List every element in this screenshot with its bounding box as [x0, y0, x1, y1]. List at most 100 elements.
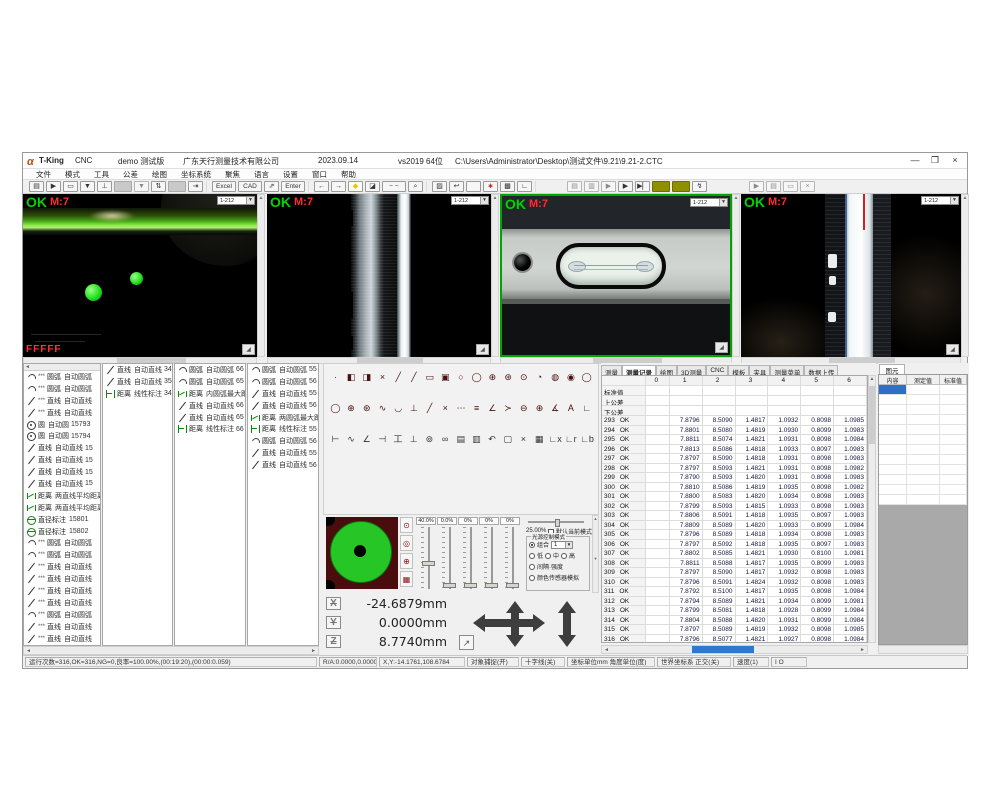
slider-thumb[interactable]: [485, 583, 498, 588]
tool-dim-left-button[interactable]: ⊢: [328, 432, 343, 446]
empty-cell[interactable]: [940, 455, 967, 464]
feature-list-item[interactable]: 圆弧自动圆弧66: [175, 364, 245, 376]
feature-list-item[interactable]: ***直线自动直线: [24, 561, 100, 573]
menu-item-7[interactable]: 语言: [247, 169, 276, 180]
feature-list-item[interactable]: 圆自动圆15793: [24, 419, 100, 431]
camera-2-vscrollbar[interactable]: ▲: [491, 194, 499, 357]
tool-right-angle-button[interactable]: ∟: [579, 401, 594, 415]
tab-3D测量[interactable]: 3D测量: [677, 365, 706, 375]
light-slider-1[interactable]: 40.0%: [416, 517, 436, 591]
feature-list-mini-scrollbar[interactable]: ◄: [24, 364, 100, 371]
tool-circle-dashed-button[interactable]: ◯: [469, 370, 484, 384]
menu-item-10[interactable]: 帮助: [334, 169, 363, 180]
light-slider-track[interactable]: [416, 527, 436, 591]
group-number-dropdown[interactable]: 1▼: [551, 541, 573, 549]
tool-dim-angle-button[interactable]: ∠: [359, 432, 374, 446]
table-row[interactable]: 299OK7.87908.50931.48201.09310.80981.098…: [602, 473, 867, 483]
jog-arrows-icon[interactable]: [471, 599, 591, 651]
tab-夹具[interactable]: 夹具: [749, 365, 770, 375]
element-tab[interactable]: 图元: [879, 364, 905, 374]
toolbar-grid-pattern-button[interactable]: ▩: [500, 181, 515, 192]
tool-plane-b-button[interactable]: ◨: [359, 370, 374, 384]
toolbar-cad-export-button[interactable]: CAD: [238, 181, 262, 192]
toolbar-tool-gray-1-button[interactable]: [114, 181, 132, 192]
toolbar-open-run-button[interactable]: ▶: [46, 181, 61, 192]
toolbar-open-program-button[interactable]: ▶: [601, 181, 616, 192]
zoom-slider-thumb[interactable]: [555, 519, 560, 527]
menu-item-6[interactable]: 聚焦: [218, 169, 247, 180]
camera-1-range-dropdown[interactable]: 1-212▼: [217, 196, 255, 205]
element-row[interactable]: [879, 475, 967, 485]
table-row[interactable]: 316OK7.87968.50771.48211.09270.80981.098…: [602, 635, 867, 644]
tool-copy-button[interactable]: ▥: [469, 432, 484, 446]
tool-arc-hatch-a-button[interactable]: ◍: [548, 370, 563, 384]
table-row[interactable]: 304OK7.88098.50891.48201.09330.80991.098…: [602, 521, 867, 531]
ring-multi-button[interactable]: ◎: [400, 535, 413, 551]
table-row[interactable]: 302OK7.87998.50931.48151.09330.80981.098…: [602, 502, 867, 512]
empty-cell[interactable]: [907, 485, 940, 494]
table-row[interactable]: 305OK7.87968.50891.48181.09340.80981.098…: [602, 530, 867, 540]
toolbar-save-file-button[interactable]: ▤: [29, 181, 44, 192]
y-axis-icon[interactable]: Y: [326, 616, 341, 629]
empty-cell[interactable]: [940, 445, 967, 454]
toolbar-light-toggle-button[interactable]: ◆: [348, 181, 363, 192]
feature-list-item[interactable]: 距离两直线平均距离: [24, 490, 100, 502]
toolbar-run-pause-button[interactable]: ▮▮: [672, 181, 690, 192]
toolbar-focus-tool-button[interactable]: ▼: [134, 181, 149, 192]
ring-outer-button[interactable]: ⊙: [400, 517, 413, 533]
tool-ellipse-b-button[interactable]: ◯: [328, 401, 343, 415]
tool-angle-button[interactable]: ∠: [485, 401, 500, 415]
camera-4-range-dropdown[interactable]: 1-212▼: [921, 196, 959, 205]
tool-circle-line-button[interactable]: ⊖: [516, 401, 531, 415]
table-row[interactable]: 315OK7.87978.50891.48191.09320.80981.098…: [602, 625, 867, 635]
tool-dim-height-button[interactable]: 工: [391, 432, 406, 446]
feature-list-item[interactable]: ***圆弧自动圆弧: [24, 537, 100, 549]
x-axis-icon[interactable]: X: [326, 597, 341, 610]
slider-thumb[interactable]: [506, 583, 519, 588]
toolbar-excel-export-button[interactable]: Excel: [212, 181, 236, 192]
toolbar-arrow-right-button[interactable]: →: [331, 181, 346, 192]
feature-list-item[interactable]: 圆弧自动圆弧65: [175, 376, 245, 388]
element-row[interactable]: [879, 405, 967, 415]
feature-list-item[interactable]: 距离线性标注66: [175, 423, 245, 435]
scroll-left-icon[interactable]: ◄: [24, 647, 33, 654]
toolbar-arrow-left-button[interactable]: ←: [314, 181, 329, 192]
empty-cell[interactable]: [879, 425, 907, 434]
chevron-down-icon[interactable]: ▼: [565, 542, 572, 548]
table-row[interactable]: 306OK7.87978.50921.48181.09350.80971.098…: [602, 540, 867, 550]
light-slider-track[interactable]: [500, 527, 520, 591]
ring-grid-button[interactable]: ▦: [400, 571, 413, 587]
table-row[interactable]: 300OK7.88108.50861.48191.09350.80981.098…: [602, 483, 867, 493]
empty-cell[interactable]: [879, 465, 907, 474]
table-row[interactable]: 312OK7.87948.50891.48211.09340.80991.098…: [602, 597, 867, 607]
feature-list-item[interactable]: 直线自动直线34: [103, 364, 172, 376]
tool-dim-perp-button[interactable]: ⊥: [406, 432, 421, 446]
toolbar-probe-down-button[interactable]: ▼: [80, 181, 95, 192]
feature-list-item[interactable]: 直线自动直线15: [24, 454, 100, 466]
element-row[interactable]: [879, 435, 967, 445]
light-slider-5[interactable]: 0%: [500, 517, 520, 591]
tool-perpendicular-button[interactable]: ⊥: [407, 401, 422, 415]
feature-list-item[interactable]: ***直线自动直线: [24, 585, 100, 597]
tool-calc-grid-button[interactable]: ▦: [532, 432, 547, 446]
element-row[interactable]: [879, 485, 967, 495]
empty-cell[interactable]: [907, 405, 940, 414]
camera-3-image-selected[interactable]: OK M:7 1-212▼ ◢: [500, 194, 732, 357]
scroll-right-icon[interactable]: ►: [858, 646, 867, 653]
toolbar-save-2-button[interactable]: ▤: [766, 181, 781, 192]
tool-letter-a-button[interactable]: A: [564, 401, 579, 415]
feature-list-item[interactable]: ***直线自动直线: [24, 621, 100, 633]
tool-ellipse-button[interactable]: ◯: [579, 370, 594, 384]
feature-list-item[interactable]: 直径标注15801: [24, 514, 100, 526]
slider-thumb[interactable]: [464, 583, 477, 588]
table-row[interactable]: 296OK7.88138.50861.48181.09330.80971.098…: [602, 445, 867, 455]
tool-dim-infinity-button[interactable]: ∞: [438, 432, 453, 446]
scroll-thumb[interactable]: [869, 386, 875, 444]
toolbar-enter-key-button[interactable]: Enter: [281, 181, 305, 192]
feature-list-item[interactable]: 距离两直线平均距离: [24, 502, 100, 514]
tool-coord-x-button[interactable]: ∟x: [547, 432, 562, 446]
toolbar-chart-tool-button[interactable]: ∟: [517, 181, 532, 192]
tool-arc-button[interactable]: ◔: [532, 370, 547, 384]
scroll-left-icon[interactable]: ◄: [602, 646, 611, 653]
table-row[interactable]: 313OK7.87998.50811.48181.09280.80991.098…: [602, 606, 867, 616]
